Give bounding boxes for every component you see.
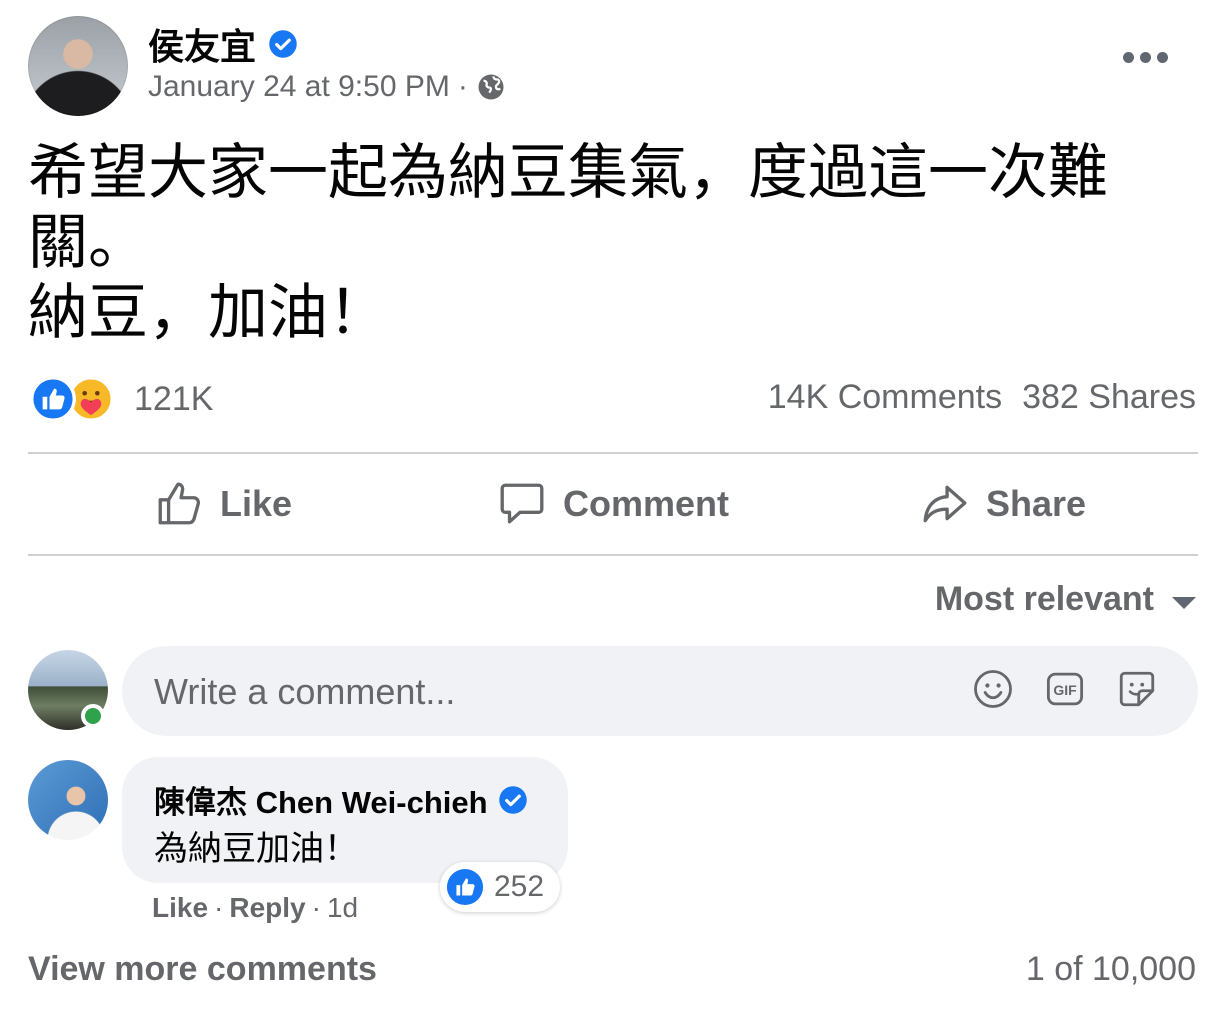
verified-badge-icon [498,785,527,814]
post-timestamp[interactable]: January 24 at 9:50 PM [148,70,450,104]
comment-composer: GIF [122,646,1198,738]
gif-icon[interactable]: GIF [1044,668,1086,710]
meta-separator: · [457,70,468,103]
author-row: 侯友宜 [148,18,298,70]
commenter-avatar[interactable] [28,760,108,840]
comment-input[interactable] [152,646,956,738]
author-name[interactable]: 侯友宜 [148,18,256,70]
action-bar: Like Comment Share [28,455,1198,553]
comment-like-count: 252 [494,870,545,903]
divider [28,452,1198,454]
commenter-name[interactable]: 陳偉杰 Chen Wei-chieh [154,777,488,822]
comment-like-link[interactable]: Like [152,892,208,924]
like-button[interactable]: Like [28,455,418,553]
like-reaction-icon [30,376,76,422]
reactions-summary[interactable]: 121K [30,376,213,422]
post-text-line: 納豆，加油！ [28,279,388,346]
more-options-icon[interactable] [1115,44,1176,71]
share-button[interactable]: Share [808,455,1198,553]
caret-down-icon [1172,596,1196,609]
comment-age[interactable]: 1d [327,892,358,924]
facebook-post: 侯友宜 January 24 at 9:50 PM · 希望大家一起為納豆集氣，… [0,0,1232,1016]
comment-actions: Like · Reply · 1d [152,892,358,924]
comment-bubble-icon [500,483,544,524]
comment-reaction-count[interactable]: 252 [440,862,561,912]
sticker-icon[interactable] [1116,668,1158,710]
reaction-count: 121K [134,379,214,418]
commenter-row: 陳偉杰 Chen Wei-chieh [154,777,528,822]
comment-button[interactable]: Comment [418,455,808,553]
sort-label: Most relevant [934,580,1154,618]
separator-dot: · [214,892,224,923]
post-text-line: 希望大家一起為納豆集氣，度過這一次難 [28,139,1108,206]
like-reaction-icon [446,868,484,906]
share-arrow-icon [923,485,967,523]
globe-icon [478,74,504,100]
post-text-line: 關。 [28,209,148,276]
comments-count[interactable]: 14K Comments [768,378,1002,417]
post-meta: January 24 at 9:50 PM · [148,70,506,104]
comment-sort-dropdown[interactable]: Most relevant [935,580,1196,619]
thumbs-up-icon [158,482,200,525]
svg-text:GIF: GIF [1053,682,1077,698]
view-more-comments-link[interactable]: View more comments [28,950,377,989]
comment-text: 為納豆加油！ [154,830,358,868]
comment-pager: 1 of 10,000 [1025,950,1196,988]
shares-count[interactable]: 382 Shares [1022,378,1196,417]
post-stats: 14K Comments 382 Shares [768,378,1196,417]
share-label: Share [985,483,1087,524]
composer-icons: GIF [972,668,1158,710]
divider [28,554,1198,556]
like-label: Like [219,483,293,524]
author-avatar[interactable] [28,16,128,116]
comment-label: Comment [562,483,729,524]
comment-reply-link[interactable]: Reply [229,892,305,924]
post-text: 希望大家一起為納豆集氣，度過這一次難 關。 納豆，加油！ [28,138,1148,348]
emoji-icon[interactable] [972,668,1014,710]
verified-badge-icon [269,30,297,58]
separator-dot: · [311,892,321,923]
online-status-dot [81,704,105,728]
